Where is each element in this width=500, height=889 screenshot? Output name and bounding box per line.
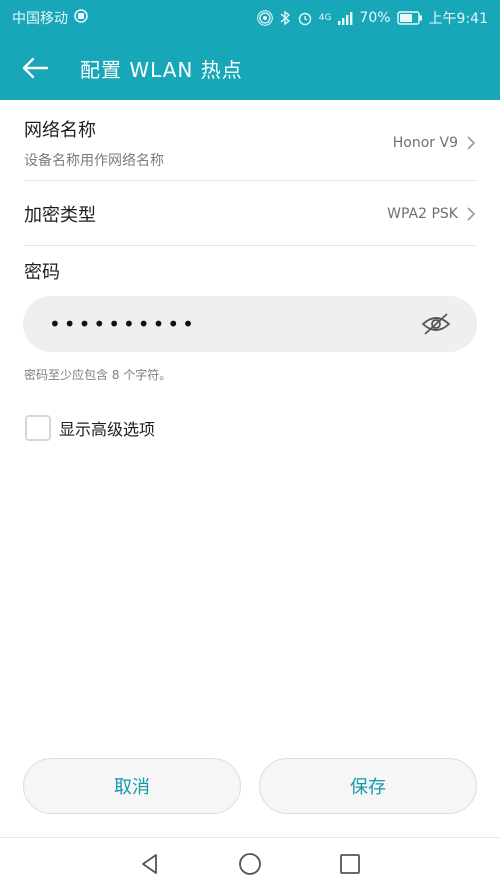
triangle-back-icon xyxy=(142,853,157,874)
network-name-subtitle: 设备名称用作网络名称 xyxy=(24,153,164,169)
status-bar: 中国移动 4G 70% 上午9:41 xyxy=(0,0,500,36)
encryption-type-row[interactable]: 加密类型 WPA2 PSK xyxy=(24,196,476,232)
divider xyxy=(24,180,476,181)
arrow-left-icon xyxy=(22,57,49,79)
nav-home-button[interactable] xyxy=(230,844,270,884)
app-bar: 配置 WLAN 热点 xyxy=(0,36,500,100)
square-recents-icon xyxy=(340,853,360,874)
clock-label: 上午9:41 xyxy=(428,11,488,27)
save-button[interactable]: 保存 xyxy=(259,758,477,814)
encryption-type-value: WPA2 PSK xyxy=(387,206,458,222)
password-hint: 密码至少应包含 8 个字符。 xyxy=(24,368,172,382)
chevron-right-icon xyxy=(466,135,476,151)
notification-icon xyxy=(74,9,88,27)
advanced-options-checkbox[interactable] xyxy=(25,415,51,441)
network-name-title: 网络名称 xyxy=(24,120,96,141)
password-label: 密码 xyxy=(24,262,60,283)
advanced-options-toggle[interactable]: 显示高级选项 xyxy=(25,415,155,441)
network-name-value: Honor V9 xyxy=(392,135,458,151)
network-name-row[interactable]: 网络名称 设备名称用作网络名称 Honor V9 xyxy=(24,112,476,174)
chevron-right-icon xyxy=(466,206,476,222)
divider xyxy=(24,245,476,246)
carrier-label: 中国移动 xyxy=(12,11,68,27)
password-field[interactable]: •••••••••• xyxy=(23,296,477,352)
encryption-type-value-group: WPA2 PSK xyxy=(387,206,476,222)
bluetooth-icon xyxy=(279,10,291,26)
network-type-label: 4G xyxy=(318,13,332,23)
back-button[interactable] xyxy=(0,36,70,100)
eye-off-icon[interactable] xyxy=(421,312,451,336)
circle-home-icon xyxy=(239,852,261,875)
nav-recents-button[interactable] xyxy=(330,844,370,884)
page-title: 配置 WLAN 热点 xyxy=(80,57,243,82)
system-navigation-bar xyxy=(0,837,500,889)
signal-icon xyxy=(337,11,353,25)
alarm-icon xyxy=(297,10,313,26)
network-name-text: 网络名称 设备名称用作网络名称 xyxy=(24,116,164,170)
status-right: 4G 70% 上午9:41 xyxy=(256,8,488,28)
nav-back-button[interactable] xyxy=(130,844,170,884)
battery-percent: 70% xyxy=(359,10,391,26)
battery-icon xyxy=(396,11,423,25)
advanced-options-label: 显示高级选项 xyxy=(59,420,156,439)
network-name-value-group: Honor V9 xyxy=(393,135,476,151)
status-left: 中国移动 xyxy=(12,8,88,28)
hotspot-icon xyxy=(256,10,273,26)
password-value: •••••••••• xyxy=(49,312,197,336)
cancel-button[interactable]: 取消 xyxy=(23,758,241,814)
encryption-type-title: 加密类型 xyxy=(24,205,96,226)
